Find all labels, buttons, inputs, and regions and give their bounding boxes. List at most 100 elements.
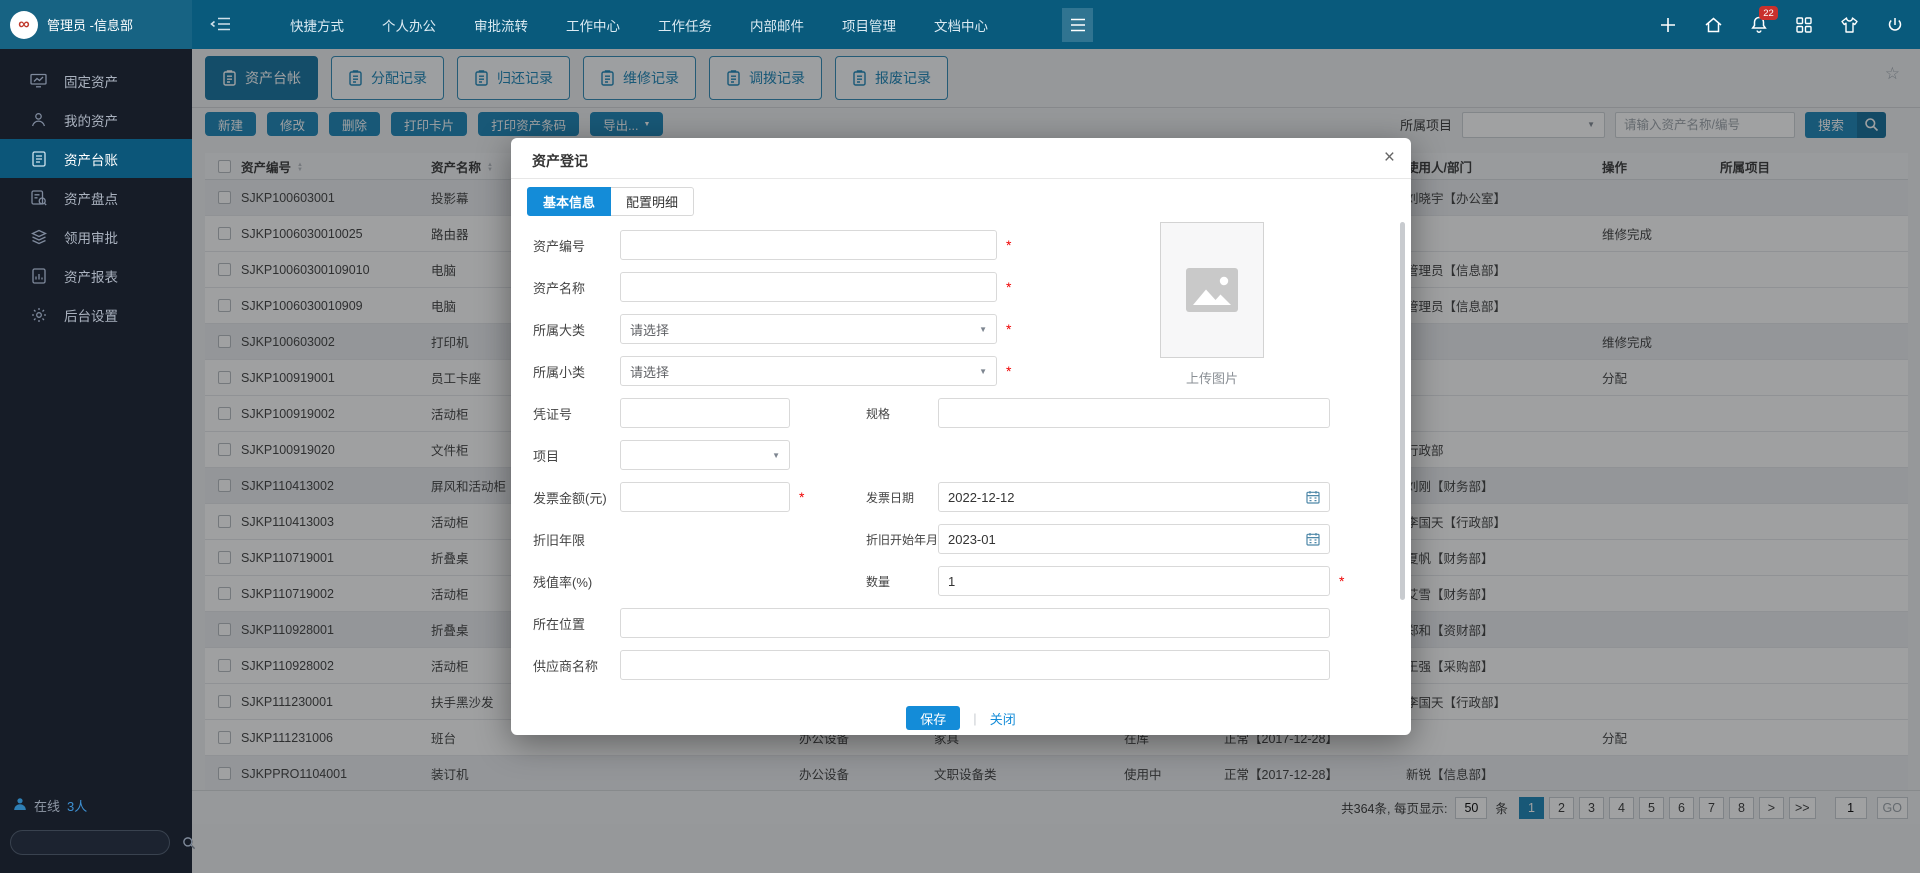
sidebar-item-asset-reports[interactable]: 资产报表 [0,256,192,295]
form-row: 资产编号* [511,224,1411,266]
sidebar-item-asset-ledger[interactable]: 资产台账 [0,139,192,178]
form-row-right: 发票日期2022-12-12 [866,482,1330,512]
current-user: 管理员 -信息部 [47,15,133,34]
form-row: 供应商名称 [511,644,1411,686]
chevron-down-icon: ▼ [772,451,780,460]
form-row: 所属大类请选择▼* [511,308,1411,350]
field-supplier-input[interactable] [620,650,1330,680]
modal-header: 资产登记 × [511,138,1411,179]
field-project-label: 项目 [533,446,620,465]
topbar-menu-item[interactable]: 快捷方式 [290,15,344,35]
image-placeholder-icon [1186,268,1238,312]
field-voucher-no-label: 凭证号 [533,404,620,423]
sidebar-item-label: 固定资产 [64,71,118,91]
calendar-icon [1306,490,1320,504]
add-icon[interactable] [1659,16,1677,34]
notification-badge: 22 [1759,6,1778,20]
required-asterisk: * [1006,237,1011,253]
form-row: 项目 ▼ [511,434,1411,476]
form-row: 所属小类请选择▼* [511,350,1411,392]
field-subcategory-select[interactable]: 请选择▼ [620,356,997,386]
user-icon [30,112,47,127]
sidebar-item-label: 我的资产 [64,110,118,130]
modal-footer: 保存 | 关闭 [511,706,1411,730]
topbar-menu-item[interactable]: 工作任务 [658,15,712,35]
brand: ∞ 管理员 -信息部 [0,0,192,49]
theme-shirt-icon[interactable] [1840,16,1859,34]
sidebar-item-asset-inventory[interactable]: 资产盘点 [0,178,192,217]
settings-icon [30,307,47,323]
close-button[interactable]: 关闭 [990,709,1016,728]
chart-icon [30,73,47,88]
sidebar-item-requisition-approval[interactable]: 领用审批 [0,217,192,256]
date-value: 2022-12-12 [948,490,1015,505]
topbar-menu-item[interactable]: 审批流转 [474,15,528,35]
sidebar-item-my-assets[interactable]: 我的资产 [0,100,192,139]
form-row-right: 规格 [866,398,1330,428]
logout-power-icon[interactable] [1886,16,1904,34]
form-row: 所在位置 [511,602,1411,644]
topbar-menu-item[interactable]: 内部邮件 [750,15,804,35]
tab-config-detail[interactable]: 配置明细 [611,187,694,216]
tab-basic-info[interactable]: 基本信息 [527,187,611,216]
topbar-menu-item[interactable]: 项目管理 [842,15,896,35]
field-quantity-label: 数量 [866,573,938,590]
field-asset-name-input[interactable] [620,272,997,302]
field-residual-rate-label: 残值率(%) [533,572,620,591]
field-project-select[interactable]: ▼ [620,440,790,470]
field-spec-input[interactable] [938,398,1330,428]
ledger-icon [30,151,47,167]
sidebar-item-label: 资产台账 [64,149,118,169]
online-status: 在线 3人 [13,796,87,815]
form-row: 发票金额(元) * 发票日期2022-12-12 [511,476,1411,518]
sidebar-item-label: 后台设置 [64,305,118,325]
field-asset-name-label: 资产名称 [533,278,620,297]
home-icon[interactable] [1704,16,1723,34]
apps-grid-icon[interactable] [1795,16,1813,34]
modal-form: 资产编号* 资产名称 * 所属大类请选择▼*所属小类请选择▼* 凭证号 规格项目 ▼ 发票金额… [511,224,1411,686]
form-row: 资产名称 * [511,266,1411,308]
close-icon[interactable]: × [1384,147,1395,169]
sidebar-item-admin-settings[interactable]: 后台设置 [0,295,192,334]
more-menu-button[interactable] [1062,8,1093,42]
chevron-down-icon: ▼ [979,325,987,334]
topbar-menu-item[interactable]: 个人办公 [382,15,436,35]
sidebar-nav: 固定资产我的资产资产台账资产盘点领用审批资产报表后台设置 [0,49,192,334]
date-value: 2023-01 [948,532,996,547]
online-label: 在线 [34,796,60,815]
field-invoice-amount-input[interactable] [620,482,790,512]
upload-image-label: 上传图片 [1160,368,1264,387]
required-asterisk: * [1006,279,1011,295]
sidebar-item-fixed-assets[interactable]: 固定资产 [0,61,192,100]
field-depreciation-start-input[interactable]: 2023-01 [938,524,1330,554]
field-quantity-input[interactable] [938,566,1330,596]
field-voucher-no-input[interactable] [620,398,790,428]
field-location-input[interactable] [620,608,1330,638]
required-asterisk: * [799,489,804,505]
save-button[interactable]: 保存 [906,706,960,730]
report-icon [30,268,47,284]
form-row: 残值率(%)数量* [511,560,1411,602]
asset-registration-modal: 资产登记 × 基本信息 配置明细 资产编号* 资产名称 * 所属大类请选择▼*所属小类… [511,138,1411,735]
upload-image-dropzone[interactable] [1160,222,1264,358]
sidebar-search-input[interactable] [11,836,182,850]
topbar-menu-item[interactable]: 文档中心 [934,15,988,35]
field-invoice-date-input[interactable]: 2022-12-12 [938,482,1330,512]
topbar-menu-item[interactable]: 工作中心 [566,15,620,35]
field-asset-code-input[interactable] [620,230,997,260]
form-row-right: 折旧开始年月2023-01 [866,524,1330,554]
field-invoice-amount-label: 发票金额(元) [533,488,620,507]
field-depreciation-years-label: 折旧年限 [533,530,620,549]
field-location-label: 所在位置 [533,614,620,633]
notifications-bell-icon[interactable]: 22 [1750,15,1768,34]
field-category-select[interactable]: 请选择▼ [620,314,997,344]
collapse-sidebar-icon[interactable] [210,16,232,37]
online-count: 3人 [67,796,87,815]
modal-scrollbar[interactable] [1400,222,1405,600]
sidebar-search [10,830,170,855]
modal-tabs: 基本信息 配置明细 [527,187,694,216]
chevron-down-icon: ▼ [979,367,987,376]
sidebar: 固定资产我的资产资产台账资产盘点领用审批资产报表后台设置 在线 3人 [0,49,192,873]
form-row: 凭证号 规格 [511,392,1411,434]
footer-divider: | [973,711,976,726]
